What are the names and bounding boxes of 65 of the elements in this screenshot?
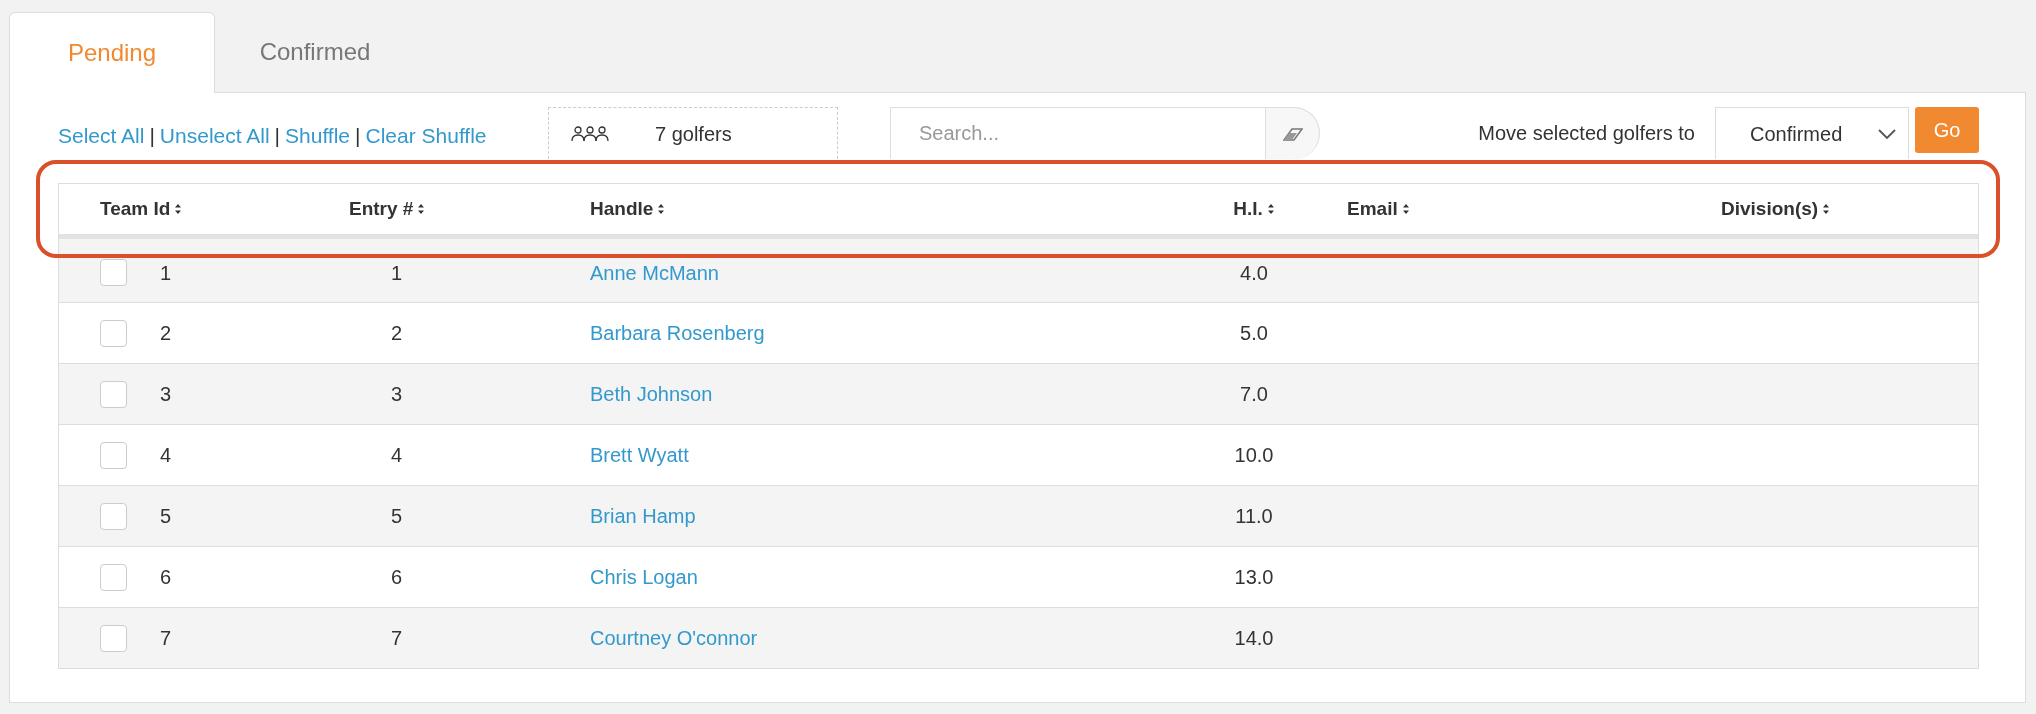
golfer-count: 7 golfers — [655, 121, 732, 147]
column-header[interactable]: Email — [1347, 194, 1410, 224]
table-cell: 1 — [391, 261, 403, 284]
golfer-link[interactable]: Courtney O'connor — [590, 627, 758, 649]
table-cell: 7 — [391, 627, 403, 649]
tab[interactable]: Pending — [9, 12, 215, 93]
sort-icon — [417, 203, 426, 215]
table-cell: 4 — [391, 444, 403, 466]
table-cell-text: 3 — [160, 382, 172, 407]
separator: | — [274, 123, 281, 150]
golfer-link[interactable]: Chris Logan — [590, 566, 698, 588]
table-cell-text: 5 — [160, 504, 172, 529]
column-header[interactable]: Handle — [590, 194, 666, 224]
go-button[interactable]: Go — [1915, 107, 1979, 153]
search-field[interactable]: Search... — [890, 107, 1266, 159]
table-cell-text: 7.0 — [1240, 382, 1268, 407]
table-cell-text: 14.0 — [1234, 626, 1274, 651]
table-cell: 5 — [391, 505, 403, 527]
chevron-down-icon — [1878, 128, 1896, 139]
table-cell-text: 13.0 — [1234, 565, 1274, 590]
golfer-link[interactable]: Barbara Rosenberg — [590, 322, 765, 344]
sort-icon — [1401, 203, 1410, 215]
eraser-button[interactable] — [1266, 107, 1320, 159]
column-header[interactable]: Entry # — [349, 194, 426, 224]
people-icon — [571, 125, 609, 142]
table-cell-text: 11.0 — [1235, 504, 1273, 529]
row-checkbox[interactable] — [100, 380, 127, 408]
golfer-link[interactable]: Brett Wyatt — [590, 444, 689, 466]
separator: | — [355, 123, 361, 150]
table-cell-text: 4 — [160, 443, 172, 468]
golfer-link[interactable]: Anne McMann — [590, 261, 719, 284]
separator: | — [149, 123, 155, 150]
table-cell: 6 — [391, 566, 403, 588]
toolbar-link[interactable]: Shuffle — [285, 120, 351, 152]
table-cell-text: 2 — [160, 321, 172, 346]
sort-icon — [1822, 203, 1831, 215]
column-header[interactable]: Team Id — [100, 194, 183, 224]
table-cell-text: 10.0 — [1234, 443, 1274, 468]
table-cell-text: 4.0 — [1240, 260, 1268, 286]
toolbar-link[interactable]: Select All — [58, 120, 145, 152]
toolbar-link[interactable]: Clear Shuffle — [365, 120, 487, 152]
table-cell: 2 — [391, 322, 403, 344]
golfer-link[interactable]: Brian Hamp — [590, 505, 696, 527]
move-target-select[interactable]: Confirmed — [1715, 107, 1909, 159]
table-cell-text: 1 — [160, 260, 172, 286]
row-checkbox[interactable] — [100, 319, 127, 347]
row-checkbox[interactable] — [100, 441, 127, 469]
toolbar-link[interactable]: Unselect All — [159, 120, 270, 152]
table-cell-text: 6 — [160, 565, 172, 590]
golfer-link[interactable]: Beth Johnson — [590, 383, 713, 405]
tab[interactable]: Confirmed — [215, 12, 415, 92]
sort-icon — [174, 203, 183, 215]
sort-icon — [657, 203, 666, 215]
row-checkbox[interactable] — [100, 624, 127, 652]
eraser-icon — [1282, 126, 1303, 141]
row-checkbox[interactable] — [100, 563, 127, 591]
row-checkbox[interactable] — [100, 259, 127, 286]
row-checkbox[interactable] — [100, 502, 127, 530]
table-cell-text: 7 — [160, 626, 172, 651]
sort-icon — [1266, 203, 1275, 215]
table-cell: 3 — [391, 383, 403, 405]
column-header[interactable]: H.I. — [1233, 194, 1275, 224]
table-cell-text: 5.0 — [1240, 321, 1268, 346]
move-label: Move selected golfers to — [1478, 121, 1695, 146]
column-header[interactable]: Division(s) — [1721, 194, 1831, 224]
